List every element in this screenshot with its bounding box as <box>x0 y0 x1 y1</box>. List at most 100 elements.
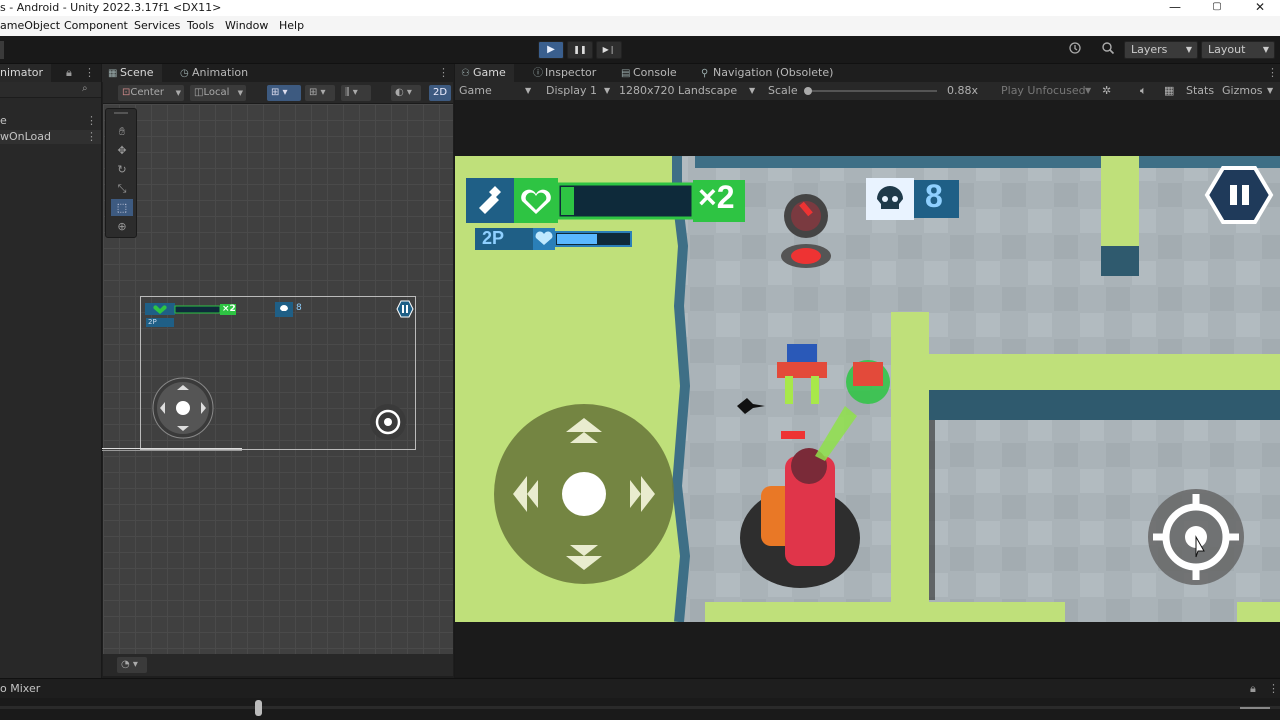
space-dropdown[interactable]: ◫Local ▼ <box>190 85 246 101</box>
kebab-menu-icon[interactable]: ⋮ <box>86 130 97 143</box>
align-button[interactable]: ⫼ ▾ <box>341 85 371 101</box>
lives-count: ×2 <box>698 179 735 215</box>
lock-icon[interactable]: 🔒︎ <box>66 64 72 82</box>
mini-p2-text: 2P <box>148 318 157 326</box>
draw-mode-dropdown[interactable]: ◐ ▾ <box>391 85 421 101</box>
chevron-down-icon: ▼ <box>749 86 756 95</box>
close-button[interactable]: ✕ <box>1245 0 1275 16</box>
grid-snap-button[interactable]: ⊞ ▾ <box>267 85 301 101</box>
stats-button[interactable]: Stats <box>1186 82 1214 100</box>
robot-blue-body <box>777 362 827 378</box>
play-button[interactable]: ▶ <box>538 41 564 59</box>
pivot-label: Center <box>130 87 165 98</box>
tab-console[interactable]: ▤ Console <box>615 64 685 82</box>
grass-bottom-right <box>1237 602 1280 622</box>
tab-inspector-label: Inspector <box>545 66 597 79</box>
resolution-dropdown[interactable]: 1280x720 Landscape <box>619 82 737 100</box>
scale-tool-icon[interactable]: ⤡ <box>111 180 133 197</box>
tab-navigation-label: Navigation (Obsolete) <box>713 66 834 79</box>
tab-navigation[interactable]: ⚲ Navigation (Obsolete) <box>695 64 841 82</box>
scene-tabstrip: ▦ Scene ◷ Animation ⋮ <box>102 64 454 82</box>
keyboard-shortcuts-icon[interactable]: ▦ <box>1164 82 1174 100</box>
info-icon: ⓘ <box>533 68 543 79</box>
player-health-mark <box>781 431 805 439</box>
hierarchy-item[interactable]: e <box>0 114 7 128</box>
drag-handle[interactable] <box>114 112 128 114</box>
maximize-button[interactable]: ▢ <box>1202 0 1232 16</box>
move-tool-icon[interactable]: ✥ <box>111 142 133 159</box>
left-tabstrip: nimator 🔒︎ ⋮ <box>0 64 101 82</box>
kebab-menu-icon[interactable]: ⋮ <box>86 114 97 127</box>
menu-bar: ameObject Component Services Tools Windo… <box>0 16 1280 36</box>
window-titlebar: s - Android - Unity 2022.3.17f1 <DX11> —… <box>0 0 1280 16</box>
kebab-menu-icon[interactable]: ⋮ <box>84 64 95 82</box>
step-button[interactable]: ▶❘ <box>596 41 622 59</box>
layout-label: Layout <box>1208 43 1246 56</box>
pause-button[interactable]: ❚❚ <box>567 41 593 59</box>
layout-dropdown[interactable]: Layout ▼ <box>1201 41 1275 59</box>
mute-audio-icon[interactable]: 🔈︎ <box>1140 82 1147 100</box>
menu-help[interactable]: Help <box>279 16 304 36</box>
menu-gameobject[interactable]: ameObject <box>0 16 60 36</box>
zoom-slider[interactable] <box>1240 707 1270 709</box>
menu-tools[interactable]: Tools <box>187 16 214 36</box>
scene-toolbar: ⊡Center ▼ ◫Local ▼ ⊞ ▾ ⊞ ▾ ⫼ ▾ ◐ ▾ 2D <box>103 82 453 104</box>
gizmos-dropdown[interactable]: Gizmos <box>1222 82 1263 100</box>
hand-tool-icon[interactable]: ✋︎ <box>111 123 133 140</box>
timeline-handle[interactable] <box>255 700 262 716</box>
play-unfocused-dropdown[interactable]: Play Unfocused <box>1001 82 1086 100</box>
rotate-tool-icon[interactable]: ↻ <box>111 161 133 178</box>
tab-animator[interactable]: nimator <box>0 64 52 82</box>
pivot-dropdown[interactable]: ⊡Center ▼ <box>118 85 184 101</box>
tab-inspector[interactable]: ⓘ Inspector <box>527 64 604 82</box>
pause-icon <box>402 305 404 313</box>
search-icon[interactable]: ⌕ <box>82 83 88 94</box>
player2-label: 2P <box>482 228 505 248</box>
pause-icon <box>1242 185 1249 205</box>
scale-value: 0.88x <box>947 84 979 97</box>
kebab-menu-icon[interactable]: ⋮ <box>1268 679 1279 699</box>
layers-dropdown[interactable]: Layers ▼ <box>1124 41 1198 59</box>
scale-slider[interactable] <box>807 90 937 92</box>
tab-scene-label: Scene <box>120 66 154 79</box>
mini-kills-text: 8 <box>296 303 302 313</box>
account-button[interactable] <box>0 41 4 59</box>
pause-icon <box>406 305 408 313</box>
rect-tool-icon[interactable]: ⬚ <box>111 199 133 216</box>
tab-animation[interactable]: ◷ Animation <box>174 64 256 82</box>
menu-component[interactable]: Component <box>64 16 128 36</box>
mini-joystick-knob <box>176 401 190 415</box>
p2-health-bar-fill <box>557 234 597 244</box>
joystick-knob[interactable] <box>562 472 606 516</box>
chevron-down-icon: ▼ <box>175 89 181 97</box>
layers-label: Layers <box>1131 43 1168 56</box>
skull-eye <box>892 196 898 202</box>
tab-game[interactable]: ⚇ Game <box>455 64 514 82</box>
kebab-menu-icon[interactable]: ⋮ <box>1267 64 1278 82</box>
pause-button[interactable] <box>1204 166 1274 224</box>
game-view[interactable]: ×2 2P 8 <box>455 156 1280 622</box>
game-mode-dropdown[interactable]: Game <box>459 82 492 100</box>
gamepad-icon: ⚇ <box>461 68 470 79</box>
lock-icon[interactable]: 🔒︎ <box>1250 679 1256 699</box>
main-toolbar: ▶ ❚❚ ▶❘ Layers ▼ Layout ▼ <box>0 36 1280 64</box>
snap-increment-button[interactable]: ⊞ ▾ <box>305 85 335 101</box>
mode-2d-toggle[interactable]: 2D <box>429 85 451 101</box>
chevron-down-icon: ▼ <box>1262 45 1269 54</box>
tab-audio-mixer[interactable]: o Mixer <box>0 679 40 699</box>
scale-slider-handle[interactable] <box>804 87 812 95</box>
scene-camera-dropdown[interactable]: ◔ ▾ <box>117 657 147 673</box>
robot-blue-leg <box>785 376 793 404</box>
menu-services[interactable]: Services <box>134 16 180 36</box>
search-icon[interactable] <box>1097 41 1119 59</box>
transform-tool-icon[interactable]: ⊕ <box>111 218 133 235</box>
kebab-menu-icon[interactable]: ⋮ <box>438 64 449 82</box>
history-icon[interactable] <box>1064 41 1086 59</box>
menu-window[interactable]: Window <box>225 16 268 36</box>
bug-icon[interactable]: ✲ <box>1102 82 1111 100</box>
clock-icon: ◷ <box>180 68 189 79</box>
tab-scene[interactable]: ▦ Scene <box>102 64 162 82</box>
minimize-button[interactable]: — <box>1160 0 1190 16</box>
display-dropdown[interactable]: Display 1 <box>546 82 597 100</box>
chevron-down-icon: ▼ <box>1267 86 1274 95</box>
